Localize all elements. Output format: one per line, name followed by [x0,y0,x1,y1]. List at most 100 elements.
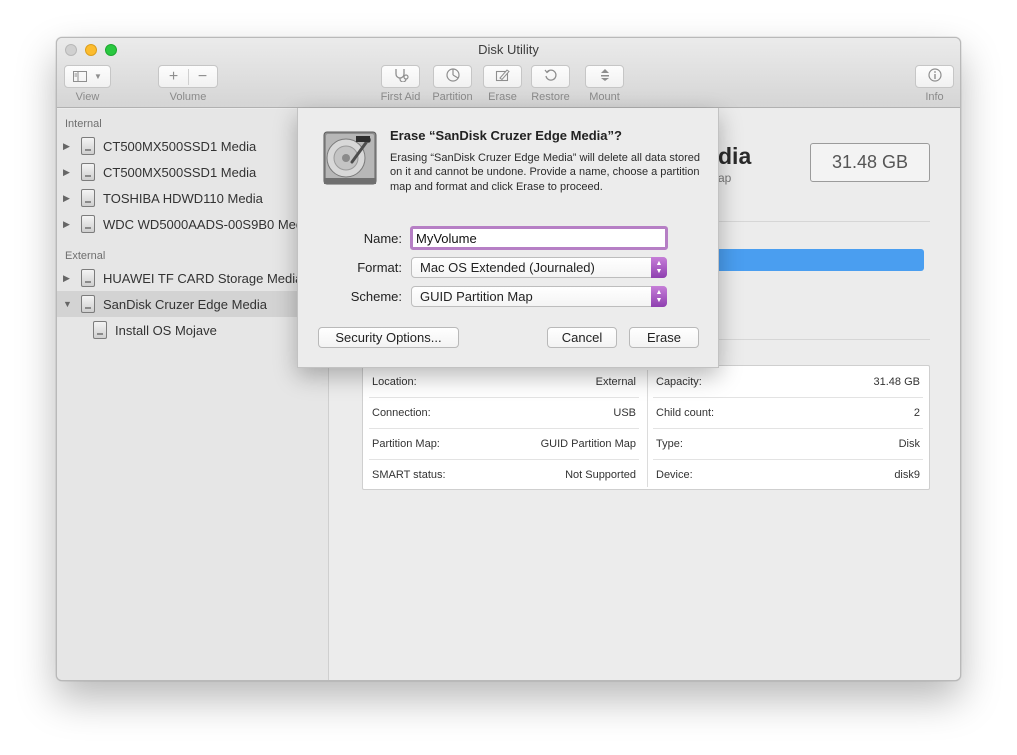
restore-label: Restore [531,91,570,103]
info-key: Child count: [656,406,715,419]
sidebar-item-sandisk-selected[interactable]: ▼ SanDisk Cruzer Edge Media [57,291,329,317]
info-key: Device: [656,468,693,481]
up-down-arrows-icon: ▲ ▼ [651,286,667,307]
info-value: External [595,375,636,388]
info-capacity: Capacity: 31.48 GB [647,366,929,397]
format-select[interactable]: Mac OS Extended (Journaled) ▲ ▼ [411,257,667,278]
scheme-select[interactable]: GUID Partition Map ▲ ▼ [411,286,667,307]
info-child-count: Child count: 2 [647,397,929,428]
sidebar-item-label: WDC WD5000AADS-00S9B0 Media [103,216,314,232]
add-volume-button[interactable]: + [159,68,188,86]
disclosure-triangle-icon[interactable]: ▶ [63,193,71,204]
partition-button[interactable] [433,65,472,88]
dialog-message: Erasing “SanDisk Cruzer Edge Media” will… [390,152,700,193]
sidebar-item-internal-disk[interactable]: ▶ CT500MX500SSD1 Media [57,159,329,185]
external-disk-icon [81,269,95,287]
scheme-label: Scheme: [350,289,402,304]
sidebar-item-label: SanDisk Cruzer Edge Media [103,296,268,312]
info-partition-map: Partition Map: GUID Partition Map [363,428,645,459]
sidebar-item-internal-disk[interactable]: ▶ TOSHIBA HDWD110 Media [57,185,329,211]
volume-segmented-control: + − [158,65,218,88]
info-smart-status: SMART status: Not Supported [363,459,645,490]
pie-partition-icon [445,68,460,85]
info-value: USB [613,406,636,419]
info-button[interactable] [915,65,954,88]
first-aid-label: First Aid [380,91,421,103]
info-key: Connection: [372,406,431,419]
security-options-button[interactable]: Security Options... [318,327,459,348]
info-key: SMART status: [372,468,446,481]
mount-label: Mount [589,91,620,103]
hard-disk-icon [81,215,95,233]
sidebar-item-internal-disk[interactable]: ▶ WDC WD5000AADS-00S9B0 Media [57,211,329,237]
disclosure-triangle-icon[interactable]: ▶ [63,219,71,230]
sidebar-item-volume[interactable]: Install OS Mojave [57,317,329,343]
info-type: Type: Disk [647,428,929,459]
disk-subtitle-fragment: ap [718,171,732,185]
view-button[interactable]: ▼ [64,65,111,88]
segment-divider [188,69,189,85]
info-location: Location: External [363,366,645,397]
remove-volume-button[interactable]: − [188,68,217,86]
disclosure-triangle-icon[interactable]: ▶ [63,273,71,284]
dialog-title: Erase “SanDisk Cruzer Edge Media”? [390,128,622,143]
info-value: GUID Partition Map [540,437,636,450]
sidebar-icon [73,69,88,85]
hard-disk-icon [81,163,95,181]
info-value: 2 [913,406,920,419]
scheme-selected-value: GUID Partition Map [420,289,533,304]
cancel-button[interactable]: Cancel [547,327,617,348]
restore-button[interactable] [531,65,570,88]
info-label: Info [925,91,944,103]
info-key: Location: [372,375,417,388]
name-label: Name: [363,231,402,246]
disclosure-triangle-icon[interactable]: ▶ [63,167,71,178]
format-label: Format: [357,260,402,275]
disclosure-triangle-icon[interactable]: ▶ [63,141,71,152]
view-label: View [75,91,100,103]
sidebar-item-internal-disk[interactable]: ▶ CT500MX500SSD1 Media [57,133,329,159]
volume-icon [93,321,107,339]
disk-title-fragment: dia [718,143,752,169]
partition-label: Partition [432,91,473,103]
volume-label: Volume [169,91,207,103]
info-value: 31.48 GB [873,375,920,388]
first-aid-button[interactable] [381,65,420,88]
name-input[interactable] [410,226,668,250]
window-title: Disk Utility [478,42,539,57]
capacity-badge: 31.48 GB [810,143,930,182]
sidebar-item-label: CT500MX500SSD1 Media [103,138,257,154]
erase-button[interactable]: Erase [629,327,699,348]
info-device: Device: disk9 [647,459,929,490]
external-section-header: External [65,250,106,262]
info-value: disk9 [894,468,920,481]
eraser-icon [495,68,510,85]
info-icon [927,68,942,85]
info-connection: Connection: USB [363,397,645,428]
restore-icon [544,68,558,85]
erase-toolbar-button[interactable] [483,65,522,88]
format-selected-value: Mac OS Extended (Journaled) [420,260,595,275]
mount-button[interactable] [585,65,624,88]
chevron-down-icon: ▼ [94,72,102,81]
info-key: Partition Map: [372,437,440,450]
info-value: Disk [898,437,920,450]
info-key: Type: [656,437,683,450]
mount-icon [599,68,611,85]
titlebar: Disk Utility ▼ View + − Volume First Aid [57,38,960,108]
sidebar-item-external-disk[interactable]: ▶ HUAWEI TF CARD Storage Media [57,265,329,291]
info-key: Capacity: [656,375,702,388]
sidebar-item-label: HUAWEI TF CARD Storage Media [103,270,303,286]
usage-bar [690,249,924,271]
erase-label: Erase [488,91,517,103]
external-disk-icon [81,295,95,313]
sidebar-item-label: CT500MX500SSD1 Media [103,164,257,180]
info-value: Not Supported [565,468,636,481]
internal-section-header: Internal [65,118,102,130]
hard-drive-icon [322,128,378,193]
disclosure-triangle-open-icon[interactable]: ▼ [63,299,72,309]
sidebar: Internal ▶ CT500MX500SSD1 Media ▶ CT500M… [57,109,329,680]
up-down-arrows-icon: ▲ ▼ [651,257,667,278]
sidebar-item-label: TOSHIBA HDWD110 Media [103,190,263,206]
info-table: Location: External Capacity: 31.48 GB Co… [362,365,930,490]
